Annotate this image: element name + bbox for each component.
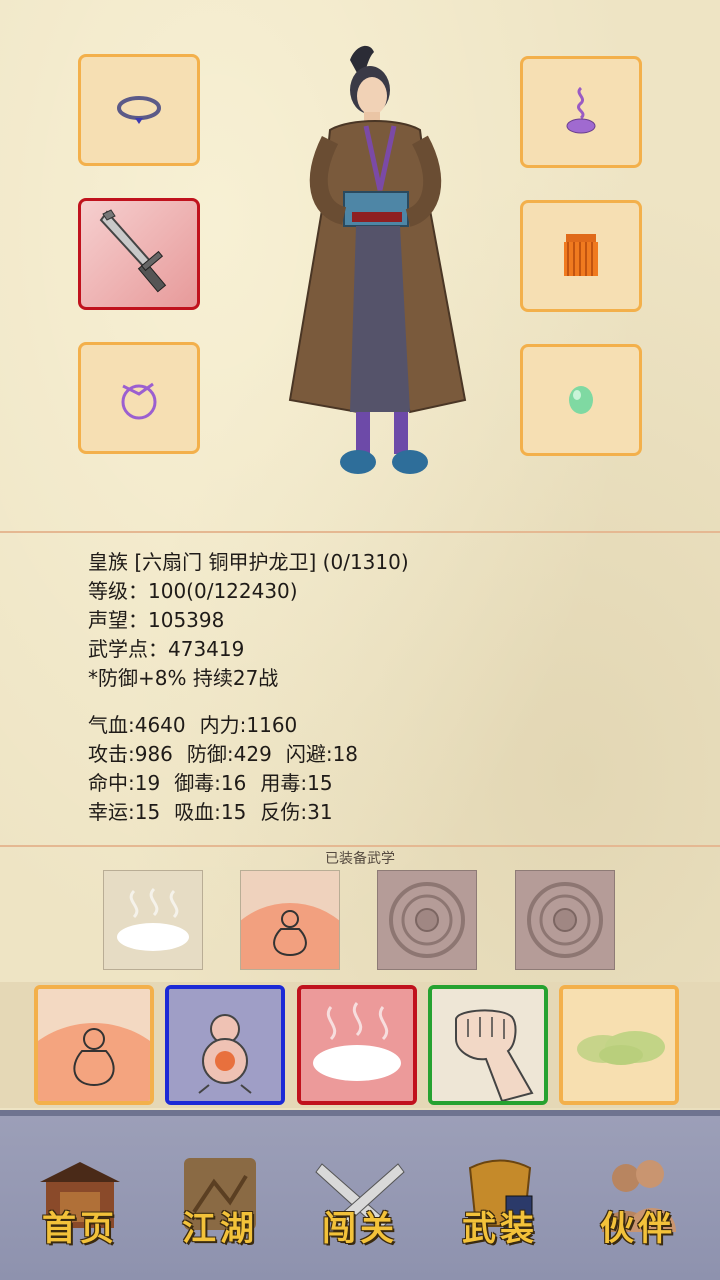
stat-poison-use: 用毒:15: [260, 771, 333, 795]
sword-icon: [99, 209, 167, 293]
white-mist-icon: [104, 871, 202, 969]
stat-reflect: 反伤:31: [260, 800, 333, 824]
stat-row: 攻击:986 防御:429 闪避:18: [88, 740, 648, 769]
bottom-navigation: 首页 江湖 闯关 武装 伙伴: [0, 1110, 720, 1280]
character-title-line: 皇族 [六扇门 铜甲护龙卫] (0/1310): [88, 550, 409, 574]
nav-armory[interactable]: 武装: [440, 1144, 560, 1264]
skill-card-meditation[interactable]: [34, 985, 154, 1105]
stat-defense: 防御:429: [186, 742, 272, 766]
character-reputation-line: 声望：105398: [88, 608, 225, 632]
nav-challenge[interactable]: 闯关: [300, 1144, 420, 1264]
character-buff-line: *防御+8% 持续27战: [88, 666, 279, 690]
skill-card-gourd[interactable]: [165, 985, 285, 1105]
tassel-icon: [564, 234, 598, 276]
equipped-martial-slot-2[interactable]: [212, 870, 368, 1059]
nav-home[interactable]: 首页: [20, 1144, 140, 1264]
equipment-slot-weapon[interactable]: [78, 198, 200, 310]
character-level-line: 等级：100(0/122430): [88, 579, 298, 603]
equipment-slot-ring[interactable]: [78, 342, 200, 454]
nav-jianghu-label: 江湖: [182, 1209, 258, 1249]
equipment-slot-necklace[interactable]: [78, 54, 200, 166]
nav-home-label: 首页: [42, 1209, 118, 1249]
character-stats: 气血:4640 内力:1160 攻击:986 防御:429 闪避:18 命中:19 御毒…: [88, 711, 648, 827]
equipment-slot-incense[interactable]: [520, 56, 642, 168]
fist-icon: [432, 989, 544, 1101]
skill-card-green-mist[interactable]: [559, 985, 679, 1105]
green-mist-icon: [563, 989, 675, 1101]
gourd-icon: [169, 989, 281, 1101]
equipped-martial-slot-4-empty[interactable]: [515, 870, 615, 970]
stat-row: 气血:4640 内力:1160: [88, 711, 648, 740]
nav-partners[interactable]: 伙伴: [578, 1144, 698, 1264]
nav-armory-label: 武装: [462, 1209, 538, 1249]
stat-dodge: 闪避:18: [285, 742, 359, 766]
stat-row: 命中:19 御毒:16 用毒:15: [88, 769, 648, 798]
skill-card-white-mist[interactable]: [297, 985, 417, 1105]
meditation-icon: [212, 871, 368, 1059]
equipment-slot-tassel[interactable]: [520, 200, 642, 312]
aztec-calendar-icon: [516, 871, 614, 969]
white-mist-icon: [301, 989, 413, 1101]
character-martial-points-line: 武学点：473419: [88, 637, 245, 661]
stat-mp: 内力:1160: [199, 713, 298, 737]
stat-hp: 气血:4640: [88, 713, 186, 737]
equipped-martial-slot-3-empty[interactable]: [377, 870, 477, 970]
section-divider-top: [0, 531, 720, 533]
section-divider-bottom: [0, 845, 720, 847]
stat-luck: 幸运:15: [88, 800, 161, 824]
ring-icon: [121, 382, 157, 420]
nav-challenge-label: 闯关: [322, 1209, 398, 1249]
skill-card-fist[interactable]: [428, 985, 548, 1105]
stat-lifesteal: 吸血:15: [174, 800, 247, 824]
character-portrait: [270, 40, 480, 490]
stat-hit: 命中:19: [88, 771, 161, 795]
jade-icon: [569, 386, 593, 414]
equipped-martial-arts-title: 已装备武学: [325, 851, 395, 867]
necklace-icon: [117, 96, 161, 124]
nav-jianghu[interactable]: 江湖: [160, 1144, 280, 1264]
character-info: 皇族 [六扇门 铜甲护龙卫] (0/1310) 等级：100(0/122430)…: [88, 548, 608, 693]
equipped-martial-slot-1[interactable]: [103, 870, 203, 970]
incense-icon: [566, 86, 596, 134]
nav-partners-label: 伙伴: [600, 1209, 676, 1249]
stat-poison-resist: 御毒:16: [174, 771, 247, 795]
aztec-calendar-icon: [378, 871, 476, 969]
equipment-slot-jade[interactable]: [520, 344, 642, 456]
stat-row: 幸运:15 吸血:15 反伤:31: [88, 798, 648, 827]
skill-bar[interactable]: [0, 982, 720, 1108]
meditation-icon: [38, 989, 150, 1101]
stat-attack: 攻击:986: [88, 742, 173, 766]
